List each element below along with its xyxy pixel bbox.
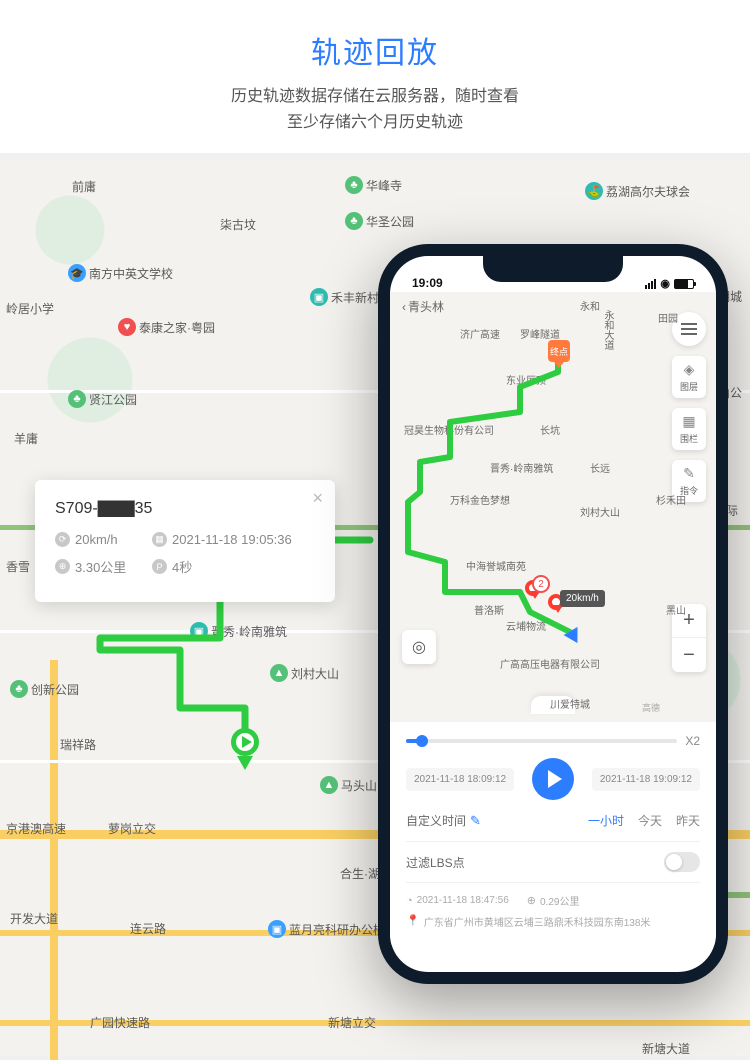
phone-map[interactable]: ‹ 青头林 ◈图层 ▦围栏 ✎指令 + − ◎ ⌄ 高德 济广高速 罗峰隧道 <box>390 292 716 722</box>
speed-icon: ⟳ <box>55 532 70 547</box>
location-pin-icon: 📍 <box>406 914 420 927</box>
marker-pin-icon <box>237 756 253 770</box>
phone-notch <box>483 256 623 282</box>
footer-distance: ⊕ 0.29公里 <box>527 893 580 908</box>
status-time: 19:09 <box>412 276 443 290</box>
end-flag: 终点 <box>548 340 570 362</box>
odometer-icon: ⊕ <box>527 894 536 907</box>
battery-icon <box>674 279 694 289</box>
custom-time-button[interactable]: 自定义时间 ✎ <box>406 812 481 829</box>
feature-title: 轨迹回放 <box>0 28 750 72</box>
phone-mock: 19:09 ◉ ‹ 青头林 ◈图层 ▦围栏 ✎指令 + − <box>378 244 728 984</box>
feature-desc-2: 至少存储六个月历史轨迹 <box>0 110 750 136</box>
playback-panel: X2 2021-11-18 18:09:12 2021-11-18 19:09:… <box>390 722 716 945</box>
close-icon[interactable]: × <box>312 488 323 509</box>
end-time-chip[interactable]: 2021-11-18 19:09:12 <box>592 768 700 791</box>
calendar-icon: ▦ <box>152 532 167 547</box>
device-id: S709-▇▇▇35 <box>55 498 315 518</box>
track-info-popup: × S709-▇▇▇35 ⟳20km/h ▦2021-11-18 19:05:3… <box>35 480 335 602</box>
play-marker-icon[interactable] <box>231 728 259 756</box>
popup-datetime: ▦2021-11-18 19:05:36 <box>152 532 292 547</box>
wifi-icon: ◉ <box>660 277 670 290</box>
feature-header: 轨迹回放 历史轨迹数据存储在云服务器，随时查看 至少存储六个月历史轨迹 <box>0 0 750 153</box>
popup-distance: ⊕3.30公里 <box>55 557 140 576</box>
parking-icon: P <box>152 559 167 574</box>
range-today[interactable]: 今天 <box>638 812 662 829</box>
speed-multiplier[interactable]: X2 <box>685 734 700 748</box>
clock-icon: ◔ <box>406 895 413 907</box>
lbs-filter-toggle[interactable] <box>664 852 700 872</box>
range-yesterday[interactable]: 昨天 <box>676 812 700 829</box>
marker-count: 2 <box>532 575 550 593</box>
signal-icon <box>645 279 656 289</box>
start-time-chip[interactable]: 2021-11-18 18:09:12 <box>406 768 514 791</box>
range-1h[interactable]: 一小时 <box>588 812 624 829</box>
edit-icon: ✎ <box>470 813 481 829</box>
popup-speed: ⟳20km/h <box>55 532 140 547</box>
lbs-filter-label: 过滤LBS点 <box>406 854 465 871</box>
popup-duration: P4秒 <box>152 557 192 576</box>
footer-timestamp: ◔ 2021-11-18 18:47:56 <box>406 893 509 908</box>
play-button[interactable] <box>532 758 574 800</box>
speed-tooltip: 20km/h <box>560 590 605 607</box>
progress-slider[interactable] <box>406 739 677 743</box>
footer-address: 📍 广东省广州市黄埔区云埔三路鼎禾科技园东南138米 <box>406 914 700 929</box>
distance-icon: ⊕ <box>55 559 70 574</box>
feature-desc-1: 历史轨迹数据存储在云服务器，随时查看 <box>0 84 750 110</box>
